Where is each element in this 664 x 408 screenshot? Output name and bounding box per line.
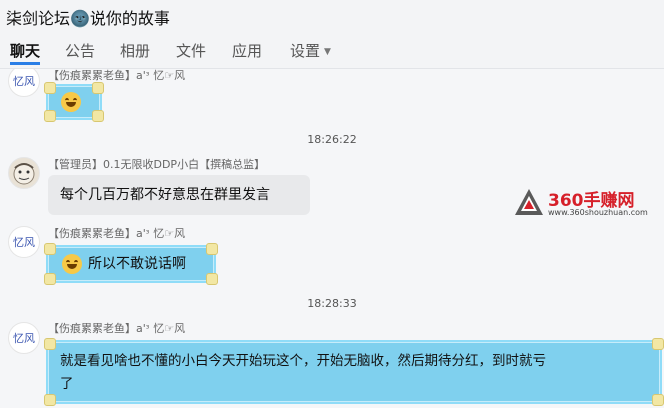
tab-apps[interactable]: 应用 (232, 40, 262, 61)
message-bubble[interactable]: 每个几百万都不好意思在群里发言 (48, 175, 310, 215)
bubble-corner-decoration (206, 243, 218, 255)
bubble-corner-decoration (44, 82, 56, 94)
bubble-corner-decoration (44, 338, 56, 350)
avatar-label: 忆风 (13, 75, 35, 88)
bubble-corner-decoration (92, 110, 104, 122)
tab-files[interactable]: 文件 (176, 40, 206, 61)
message-text-line-2: 了 (60, 376, 74, 392)
timestamp: 18:28:33 (307, 297, 357, 310)
chat-area[interactable]: 忆风 【伤痕累累老鱼】a'ᵌ 忆☞风 18:26:22 【管理员】0.1无限收D… (0, 69, 664, 408)
bubble-corner-decoration (652, 394, 664, 406)
chevron-down-icon: ▼ (324, 47, 331, 57)
message-bubble[interactable]: 所以不敢说话啊 (44, 243, 218, 285)
bubble-corner-decoration (44, 110, 56, 122)
avatar[interactable] (8, 157, 40, 189)
sender-name: 【伤痕累累老鱼】a'ᵌ 忆☞风 (48, 227, 186, 240)
title-bar: 柒剑论坛🌚说你的故事 (0, 0, 664, 32)
timestamp: 18:26:22 (307, 133, 357, 146)
tab-album[interactable]: 相册 (120, 40, 150, 61)
laughing-emoji-icon (61, 92, 81, 112)
bubble-corner-decoration (206, 273, 218, 285)
laughing-emoji-icon (62, 254, 82, 274)
avatar-label: 忆风 (13, 332, 35, 345)
sender-name: 【伤痕累累老鱼】a'ᵌ 忆☞风 (48, 322, 186, 335)
active-tab-indicator (10, 62, 40, 65)
bubble-corner-decoration (44, 243, 56, 255)
group-title: 柒剑论坛🌚说你的故事 (6, 9, 170, 28)
watermark-url: www.360shouzhuan.com (548, 208, 648, 217)
message-bubble[interactable]: 就是看见啥也不懂的小白今天开始玩这个，开始无脑收，然后期待分红，到时就亏 了 (44, 338, 664, 406)
tab-chat[interactable]: 聊天 (10, 40, 40, 61)
sender-name: 【管理员】0.1无限收DDP小白【撰稿总监】 (48, 158, 266, 171)
avatar[interactable]: 忆风 (8, 226, 40, 258)
avatar[interactable]: 忆风 (8, 322, 40, 354)
message-text-line-1: 就是看见啥也不懂的小白今天开始玩这个，开始无脑收，然后期待分红，到时就亏 (60, 353, 546, 369)
admin-avatar-icon (13, 163, 35, 185)
tab-bar: 聊天 公告 相册 文件 应用 设置 ▼ (0, 32, 664, 69)
watermark: 360手赚网 www.360shouzhuan.com (514, 184, 664, 224)
tab-settings-label: 设置 (290, 42, 321, 60)
tab-settings[interactable]: 设置 ▼ (290, 40, 331, 61)
avatar-label: 忆风 (13, 236, 35, 249)
message-bubble[interactable] (44, 82, 104, 122)
avatar[interactable]: 忆风 (8, 69, 40, 97)
brand-logo-icon (515, 189, 543, 215)
bubble-corner-decoration (92, 82, 104, 94)
message-text: 每个几百万都不好意思在群里发言 (60, 187, 270, 203)
bubble-corner-decoration (44, 273, 56, 285)
tab-announcements[interactable]: 公告 (65, 40, 95, 61)
sender-name: 【伤痕累累老鱼】a'ᵌ 忆☞风 (48, 69, 186, 82)
message-text: 所以不敢说话啊 (88, 256, 186, 272)
bubble-corner-decoration (44, 394, 56, 406)
bubble-corner-decoration (652, 338, 664, 350)
